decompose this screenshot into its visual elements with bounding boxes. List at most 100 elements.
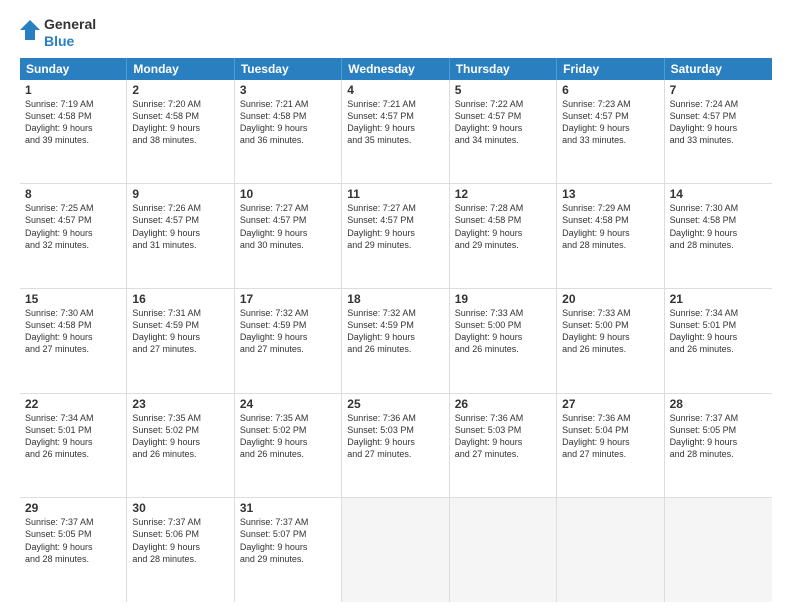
cell-content: Sunrise: 7:26 AMSunset: 4:57 PMDaylight:… (132, 202, 228, 251)
day-number: 1 (25, 83, 121, 97)
calendar-row-3: 15Sunrise: 7:30 AMSunset: 4:58 PMDayligh… (20, 289, 772, 394)
calendar-row-4: 22Sunrise: 7:34 AMSunset: 5:01 PMDayligh… (20, 394, 772, 499)
table-row: 14Sunrise: 7:30 AMSunset: 4:58 PMDayligh… (665, 184, 772, 288)
table-row: 24Sunrise: 7:35 AMSunset: 5:02 PMDayligh… (235, 394, 342, 498)
table-row: 8Sunrise: 7:25 AMSunset: 4:57 PMDaylight… (20, 184, 127, 288)
cell-content: Sunrise: 7:36 AMSunset: 5:04 PMDaylight:… (562, 412, 658, 461)
table-row: 11Sunrise: 7:27 AMSunset: 4:57 PMDayligh… (342, 184, 449, 288)
weekday-friday: Friday (557, 58, 664, 80)
cell-content: Sunrise: 7:27 AMSunset: 4:57 PMDaylight:… (240, 202, 336, 251)
logo-blue: Blue (44, 33, 96, 50)
weekday-monday: Monday (127, 58, 234, 80)
cell-content: Sunrise: 7:35 AMSunset: 5:02 PMDaylight:… (132, 412, 228, 461)
table-row: 1Sunrise: 7:19 AMSunset: 4:58 PMDaylight… (20, 80, 127, 184)
table-row: 28Sunrise: 7:37 AMSunset: 5:05 PMDayligh… (665, 394, 772, 498)
day-number: 5 (455, 83, 551, 97)
table-row (342, 498, 449, 602)
calendar-header: Sunday Monday Tuesday Wednesday Thursday… (20, 58, 772, 80)
cell-content: Sunrise: 7:32 AMSunset: 4:59 PMDaylight:… (240, 307, 336, 356)
cell-content: Sunrise: 7:31 AMSunset: 4:59 PMDaylight:… (132, 307, 228, 356)
day-number: 14 (670, 187, 767, 201)
day-number: 11 (347, 187, 443, 201)
day-number: 28 (670, 397, 767, 411)
header: General Blue (20, 16, 772, 50)
cell-content: Sunrise: 7:21 AMSunset: 4:57 PMDaylight:… (347, 98, 443, 147)
table-row (665, 498, 772, 602)
table-row: 23Sunrise: 7:35 AMSunset: 5:02 PMDayligh… (127, 394, 234, 498)
table-row: 29Sunrise: 7:37 AMSunset: 5:05 PMDayligh… (20, 498, 127, 602)
table-row: 12Sunrise: 7:28 AMSunset: 4:58 PMDayligh… (450, 184, 557, 288)
day-number: 6 (562, 83, 658, 97)
table-row: 5Sunrise: 7:22 AMSunset: 4:57 PMDaylight… (450, 80, 557, 184)
cell-content: Sunrise: 7:30 AMSunset: 4:58 PMDaylight:… (25, 307, 121, 356)
cell-content: Sunrise: 7:37 AMSunset: 5:05 PMDaylight:… (670, 412, 767, 461)
day-number: 18 (347, 292, 443, 306)
weekday-wednesday: Wednesday (342, 58, 449, 80)
cell-content: Sunrise: 7:35 AMSunset: 5:02 PMDaylight:… (240, 412, 336, 461)
page: General Blue Sunday Monday Tuesday Wedne… (0, 0, 792, 612)
cell-content: Sunrise: 7:32 AMSunset: 4:59 PMDaylight:… (347, 307, 443, 356)
day-number: 8 (25, 187, 121, 201)
day-number: 3 (240, 83, 336, 97)
calendar-row-1: 1Sunrise: 7:19 AMSunset: 4:58 PMDaylight… (20, 80, 772, 185)
day-number: 26 (455, 397, 551, 411)
table-row: 20Sunrise: 7:33 AMSunset: 5:00 PMDayligh… (557, 289, 664, 393)
cell-content: Sunrise: 7:25 AMSunset: 4:57 PMDaylight:… (25, 202, 121, 251)
table-row: 19Sunrise: 7:33 AMSunset: 5:00 PMDayligh… (450, 289, 557, 393)
cell-content: Sunrise: 7:36 AMSunset: 5:03 PMDaylight:… (455, 412, 551, 461)
day-number: 29 (25, 501, 121, 515)
cell-content: Sunrise: 7:29 AMSunset: 4:58 PMDaylight:… (562, 202, 658, 251)
table-row: 4Sunrise: 7:21 AMSunset: 4:57 PMDaylight… (342, 80, 449, 184)
cell-content: Sunrise: 7:34 AMSunset: 5:01 PMDaylight:… (25, 412, 121, 461)
day-number: 24 (240, 397, 336, 411)
logo-general: General (44, 16, 96, 33)
table-row (557, 498, 664, 602)
day-number: 20 (562, 292, 658, 306)
table-row: 6Sunrise: 7:23 AMSunset: 4:57 PMDaylight… (557, 80, 664, 184)
calendar-row-2: 8Sunrise: 7:25 AMSunset: 4:57 PMDaylight… (20, 184, 772, 289)
day-number: 16 (132, 292, 228, 306)
table-row: 16Sunrise: 7:31 AMSunset: 4:59 PMDayligh… (127, 289, 234, 393)
calendar-body: 1Sunrise: 7:19 AMSunset: 4:58 PMDaylight… (20, 80, 772, 602)
day-number: 12 (455, 187, 551, 201)
day-number: 30 (132, 501, 228, 515)
day-number: 7 (670, 83, 767, 97)
cell-content: Sunrise: 7:37 AMSunset: 5:05 PMDaylight:… (25, 516, 121, 565)
day-number: 25 (347, 397, 443, 411)
weekday-thursday: Thursday (450, 58, 557, 80)
cell-content: Sunrise: 7:27 AMSunset: 4:57 PMDaylight:… (347, 202, 443, 251)
cell-content: Sunrise: 7:37 AMSunset: 5:06 PMDaylight:… (132, 516, 228, 565)
table-row: 7Sunrise: 7:24 AMSunset: 4:57 PMDaylight… (665, 80, 772, 184)
table-row: 27Sunrise: 7:36 AMSunset: 5:04 PMDayligh… (557, 394, 664, 498)
day-number: 17 (240, 292, 336, 306)
table-row: 22Sunrise: 7:34 AMSunset: 5:01 PMDayligh… (20, 394, 127, 498)
calendar-row-5: 29Sunrise: 7:37 AMSunset: 5:05 PMDayligh… (20, 498, 772, 602)
cell-content: Sunrise: 7:28 AMSunset: 4:58 PMDaylight:… (455, 202, 551, 251)
logo-text: General Blue (44, 16, 96, 50)
cell-content: Sunrise: 7:33 AMSunset: 5:00 PMDaylight:… (562, 307, 658, 356)
day-number: 19 (455, 292, 551, 306)
weekday-tuesday: Tuesday (235, 58, 342, 80)
table-row: 18Sunrise: 7:32 AMSunset: 4:59 PMDayligh… (342, 289, 449, 393)
day-number: 23 (132, 397, 228, 411)
table-row: 10Sunrise: 7:27 AMSunset: 4:57 PMDayligh… (235, 184, 342, 288)
logo: General Blue (20, 16, 96, 50)
cell-content: Sunrise: 7:24 AMSunset: 4:57 PMDaylight:… (670, 98, 767, 147)
day-number: 10 (240, 187, 336, 201)
cell-content: Sunrise: 7:34 AMSunset: 5:01 PMDaylight:… (670, 307, 767, 356)
table-row: 25Sunrise: 7:36 AMSunset: 5:03 PMDayligh… (342, 394, 449, 498)
day-number: 15 (25, 292, 121, 306)
weekday-saturday: Saturday (665, 58, 772, 80)
day-number: 2 (132, 83, 228, 97)
cell-content: Sunrise: 7:36 AMSunset: 5:03 PMDaylight:… (347, 412, 443, 461)
table-row: 26Sunrise: 7:36 AMSunset: 5:03 PMDayligh… (450, 394, 557, 498)
table-row: 3Sunrise: 7:21 AMSunset: 4:58 PMDaylight… (235, 80, 342, 184)
cell-content: Sunrise: 7:23 AMSunset: 4:57 PMDaylight:… (562, 98, 658, 147)
logo-container: General Blue (20, 16, 96, 50)
table-row: 2Sunrise: 7:20 AMSunset: 4:58 PMDaylight… (127, 80, 234, 184)
logo-bird-icon (20, 18, 42, 48)
table-row: 9Sunrise: 7:26 AMSunset: 4:57 PMDaylight… (127, 184, 234, 288)
table-row: 15Sunrise: 7:30 AMSunset: 4:58 PMDayligh… (20, 289, 127, 393)
cell-content: Sunrise: 7:20 AMSunset: 4:58 PMDaylight:… (132, 98, 228, 147)
cell-content: Sunrise: 7:21 AMSunset: 4:58 PMDaylight:… (240, 98, 336, 147)
